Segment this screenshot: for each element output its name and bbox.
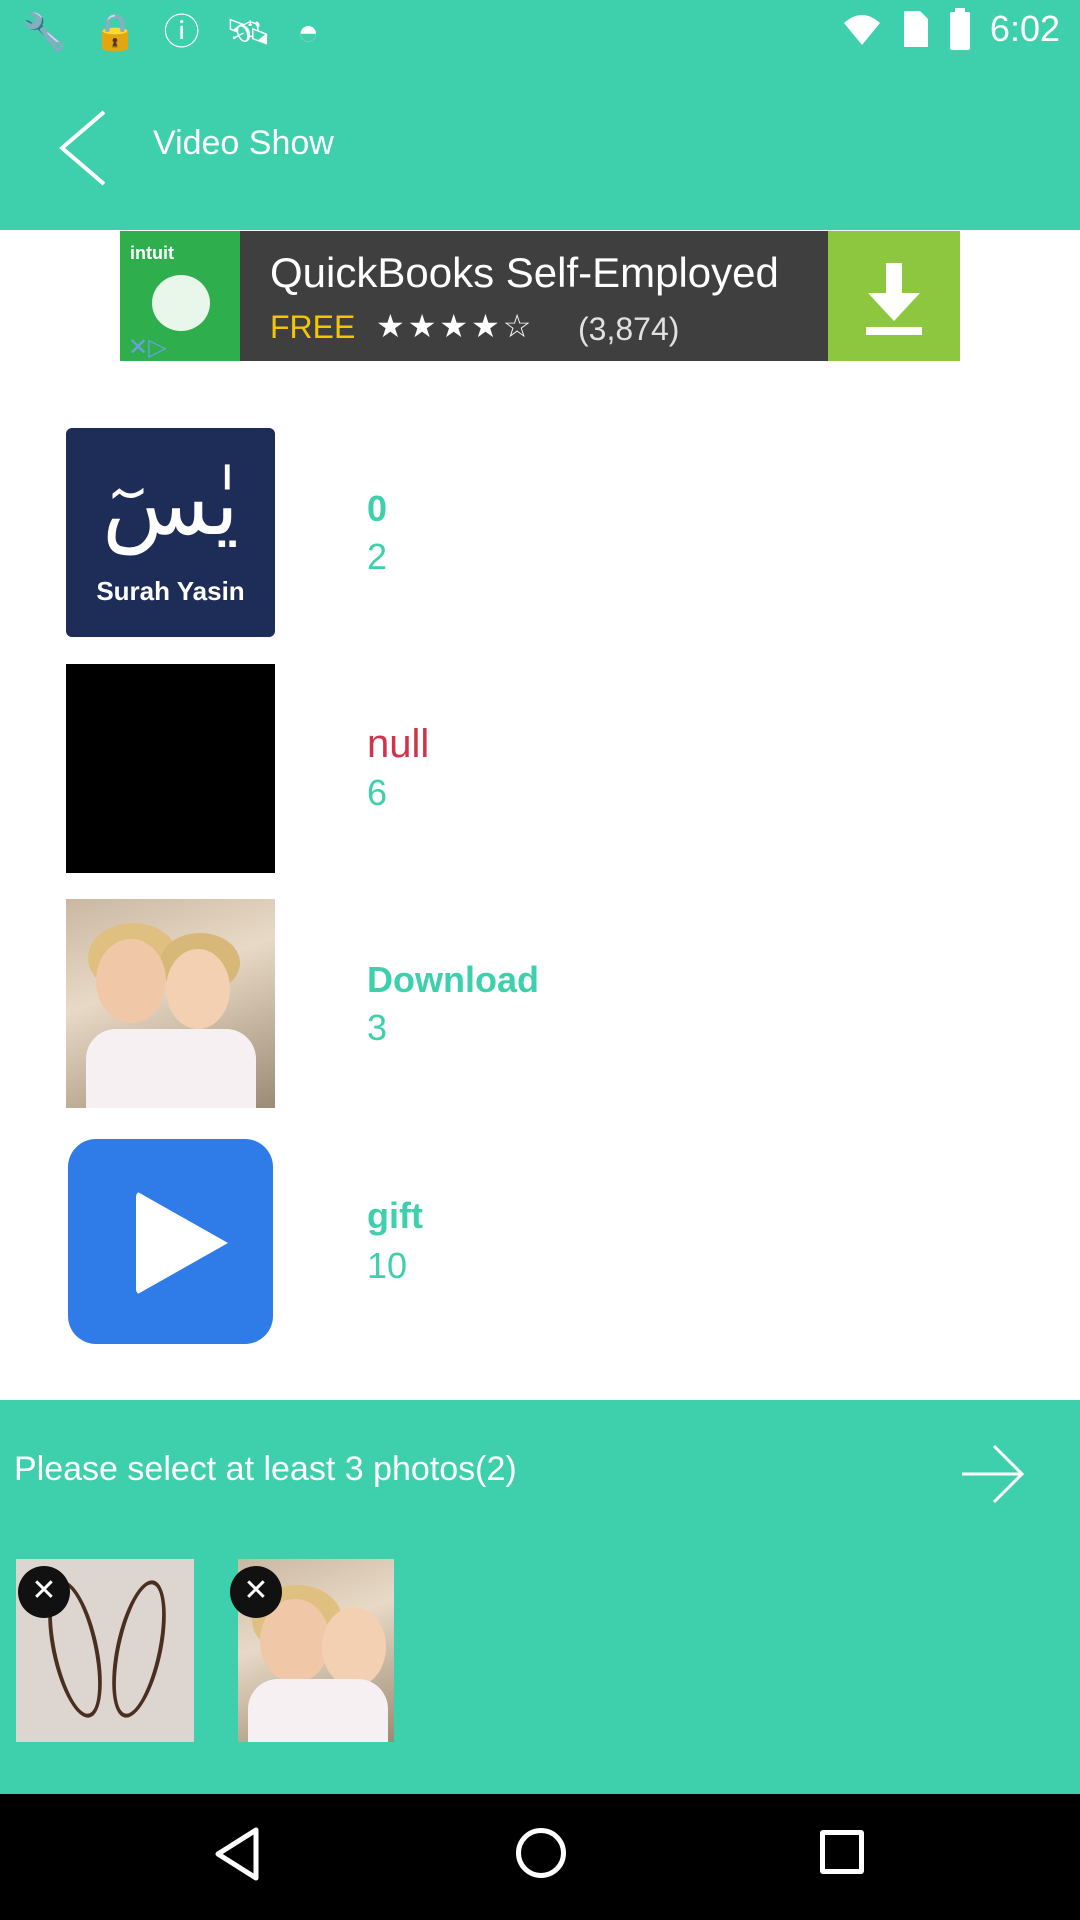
album-item[interactable]: null 6	[0, 664, 1080, 876]
album-count: 2	[367, 536, 388, 577]
arrow-right-icon	[962, 1444, 1025, 1504]
ad-brand: intuit	[130, 243, 174, 263]
album-thumbnail-surah-yasin: يٰسٓ Surah Yasin	[66, 428, 275, 637]
sim-icon	[903, 11, 928, 47]
play-icon	[136, 1191, 228, 1295]
coffee-cup-icon	[152, 275, 210, 331]
album-item[interactable]: gift 10	[0, 1137, 1080, 1349]
android-icon: ◓	[297, 11, 320, 52]
ad-review-count: (3,874)	[578, 311, 680, 347]
selection-panel: Please select at least 3 photos(2) ✕ ✕	[0, 1400, 1080, 1794]
system-nav-bar	[0, 1794, 1080, 1920]
album-title: null	[367, 722, 430, 766]
download-icon	[866, 263, 922, 335]
album-count: 3	[367, 1007, 388, 1048]
lock-icon: 🔒	[92, 11, 138, 52]
album-thumbnail-photo	[66, 899, 275, 1108]
satellite-icon: 🛰	[225, 11, 272, 52]
status-bar: 🔧 🔒 ⓘ 🛰 ◓ 6:02	[0, 0, 1080, 64]
wrench-icon: 🔧	[22, 11, 67, 52]
remove-photo-button[interactable]: ✕	[230, 1566, 282, 1618]
page-title: Video Show	[153, 124, 334, 162]
album-title: gift	[367, 1195, 423, 1236]
close-icon: ✕	[31, 1574, 57, 1607]
album-count: 6	[367, 772, 388, 813]
ad-rating-stars: ★★★★☆	[376, 308, 535, 344]
ad-title: QuickBooks Self-Employed	[270, 249, 779, 296]
thumbnail-arabic-text: يٰسٓ	[102, 452, 239, 555]
next-button[interactable]	[958, 1434, 1028, 1514]
close-icon: ✕	[243, 1574, 269, 1607]
ad-download-button[interactable]	[828, 231, 960, 361]
remove-photo-button[interactable]: ✕	[18, 1566, 70, 1618]
back-button[interactable]	[52, 106, 136, 190]
album-title: 0	[367, 488, 388, 529]
ad-price: FREE	[270, 309, 356, 345]
album-thumbnail-play	[68, 1139, 273, 1344]
album-title: Download	[367, 959, 539, 1000]
status-right: 6:02	[842, 8, 1060, 50]
app-bar: Video Show	[0, 64, 1080, 230]
clock: 6:02	[989, 8, 1060, 49]
album-count: 10	[367, 1245, 408, 1286]
wifi-icon	[843, 15, 880, 45]
status-icons: 🔧 🔒 ⓘ 🛰 ◓	[22, 10, 319, 54]
thumbnail-caption: Surah Yasin	[96, 576, 245, 606]
battery-icon	[949, 8, 970, 50]
chevron-left-icon	[58, 110, 106, 186]
info-icon: ⓘ	[163, 11, 200, 52]
album-item[interactable]: يٰسٓ Surah Yasin 0 2	[0, 428, 1080, 640]
album-thumbnail-black	[66, 664, 275, 873]
ad-choices-icon[interactable]: ✕▷	[128, 333, 167, 362]
nav-back-icon[interactable]	[212, 1826, 262, 1882]
selection-prompt: Please select at least 3 photos(2)	[14, 1450, 517, 1488]
album-item[interactable]: Download 3	[0, 899, 1080, 1111]
ad-banner[interactable]: intuit ✕▷ QuickBooks Self-Employed FREE …	[120, 231, 960, 361]
nav-recents-icon[interactable]	[820, 1830, 864, 1874]
nav-home-icon[interactable]	[516, 1828, 566, 1878]
